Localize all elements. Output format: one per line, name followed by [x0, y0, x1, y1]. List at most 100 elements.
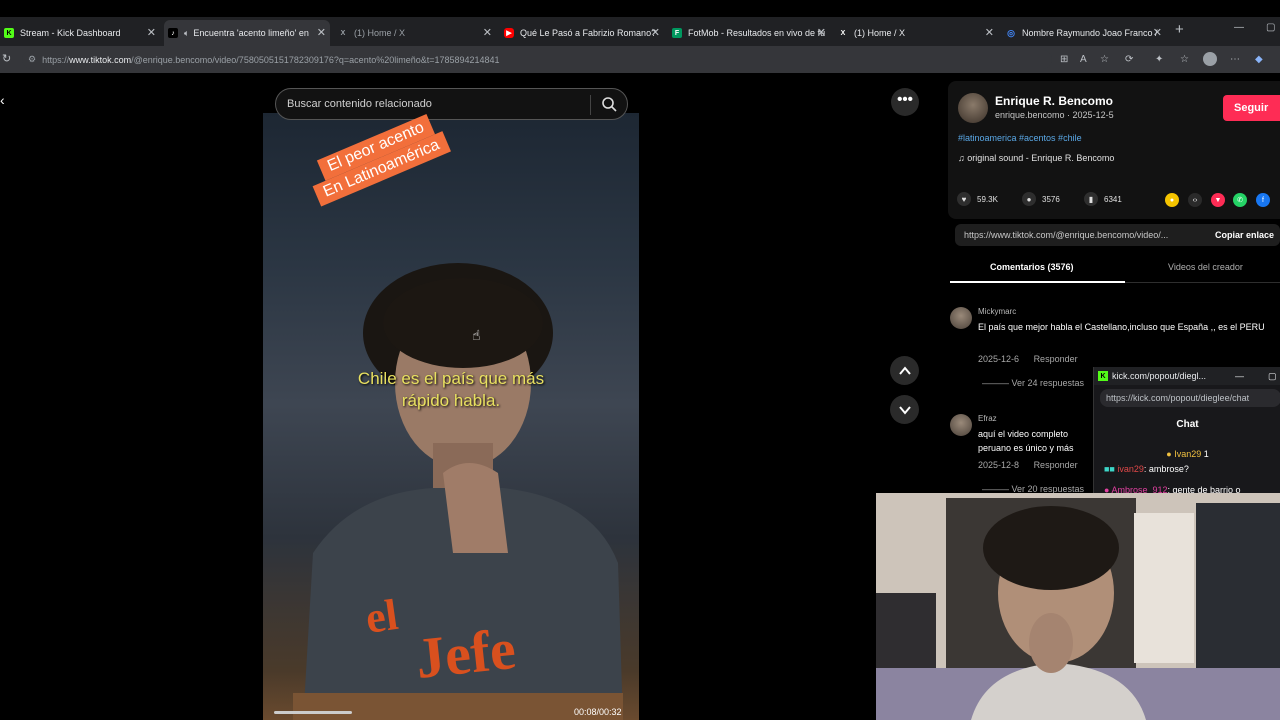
video-timecode: 00:08/00:32 [574, 707, 622, 717]
comment-meta: 2025-12-6 Responder [978, 354, 1078, 364]
divider [590, 95, 591, 115]
translate-icon[interactable]: A [1080, 54, 1087, 65]
app-icon[interactable]: ⊞ [1060, 54, 1068, 65]
pinned-count: 1 [1203, 449, 1209, 459]
favorite-star-icon[interactable]: ☆ [1100, 54, 1109, 65]
popout-url-field[interactable]: https://kick.com/popout/dieglee/chat [1100, 389, 1280, 407]
close-icon[interactable]: ✕ [985, 26, 994, 39]
tab-kick-dashboard[interactable]: K Stream - Kick Dashboard ✕ [0, 20, 160, 46]
browser-tab-strip: K Stream - Kick Dashboard ✕ ♪ 🔈︎ Encuent… [0, 17, 1280, 46]
maximize-icon[interactable]: ▢ [1266, 22, 1275, 33]
reply-button[interactable]: Responder [1034, 354, 1078, 364]
follow-button[interactable]: Seguir [1223, 95, 1280, 121]
coin-icon[interactable]: ● [1165, 193, 1179, 207]
x-icon: X [840, 29, 846, 37]
music-note-icon: ♫ [958, 153, 968, 163]
close-icon[interactable]: ✕ [317, 26, 326, 39]
next-video-button[interactable] [890, 395, 919, 424]
tab-x-home-2[interactable]: X (1) Home / X ✕ [834, 20, 998, 46]
commenter-avatar[interactable] [950, 307, 972, 329]
comment-username[interactable]: Efraz [978, 414, 997, 423]
back-arrow-icon[interactable]: ‹ [0, 92, 5, 108]
popout-titlebar: K kick.com/popout/diegl... — ▢ [1094, 367, 1280, 385]
tab-fotmob[interactable]: F FotMob - Resultados en vivo de fú ✕ [668, 20, 830, 46]
comment-stat[interactable]: ● 3576 [1022, 192, 1060, 206]
comment-username[interactable]: Mickymarc [978, 307, 1016, 316]
tab-youtube-fabrizio[interactable]: ▶ Qué Le Pasó a Fabrizio Romano? ✕ [500, 20, 664, 46]
chevron-up-icon [898, 365, 911, 375]
close-icon[interactable]: ✕ [147, 26, 156, 39]
whatsapp-icon[interactable]: ✆ [1233, 193, 1247, 207]
reload-icon[interactable]: ↻ [2, 52, 11, 65]
tab-title: Nombre Raymundo Joao Franco / [1022, 28, 1158, 38]
close-icon[interactable]: ✕ [483, 26, 492, 39]
copy-link-button[interactable]: Copiar enlace [1215, 230, 1274, 240]
tab-title: Qué Le Pasó a Fabrizio Romano? [520, 28, 657, 38]
url-field[interactable]: ⚙︎ https:// www.tiktok.com /@enrique.ben… [22, 50, 1052, 69]
shirt-text: el [363, 590, 401, 643]
facebook-icon[interactable]: f [1256, 193, 1270, 207]
related-search-input[interactable]: Buscar contenido relacionado [275, 88, 628, 120]
chat-header: Chat [1176, 419, 1199, 430]
tab-tiktok-search[interactable]: ♪ 🔈︎ Encuentra 'acento limeño' en ✕ [164, 20, 330, 46]
favorites-icon[interactable]: ☆ [1180, 54, 1189, 65]
previous-video-button[interactable] [890, 356, 919, 385]
kick-icon: K [1098, 371, 1108, 381]
tab-raymundo[interactable]: ◎ Nombre Raymundo Joao Franco / ✕ [1002, 20, 1166, 46]
minimize-icon[interactable]: — [1235, 371, 1244, 381]
search-icon[interactable] [601, 96, 617, 112]
minimize-icon[interactable]: — [1234, 22, 1244, 33]
view-replies[interactable]: ——— Ver 24 respuestas [982, 378, 1084, 388]
divider: ——— [982, 378, 1012, 388]
sound-label: original sound - Enrique R. Bencomo [967, 153, 1115, 163]
tab-title: Encuentra 'acento limeño' en [193, 28, 309, 38]
popout-title: kick.com/popout/diegl... [1112, 371, 1207, 381]
pinned-user[interactable]: Ivan29 [1174, 449, 1201, 459]
more-options-icon[interactable]: ••• [891, 88, 919, 116]
chat-username[interactable]: ivan29 [1117, 464, 1144, 474]
close-icon[interactable]: ✕ [1153, 26, 1162, 39]
more-menu-icon[interactable]: ⋯ [1230, 54, 1240, 65]
comment-date: 2025-12-8 [978, 460, 1020, 470]
tab-x-home[interactable]: X (1) Home / X ✕ [334, 20, 496, 46]
embed-icon[interactable]: ‹› [1188, 193, 1202, 207]
save-count: 6341 [1104, 194, 1122, 204]
creator-name[interactable]: Enrique R. Bencomo [995, 94, 1113, 108]
tab-title: FotMob - Resultados en vivo de fú [688, 28, 826, 38]
reply-button[interactable]: Responder [1034, 460, 1078, 470]
new-tab-button[interactable]: + [1175, 21, 1184, 38]
chat-message: ■■ ivan29: ambrose? [1104, 464, 1189, 474]
video-frame-person: el Jefe [293, 263, 623, 720]
hashtags[interactable]: #latinoamerica #acentos #chile [958, 133, 1082, 143]
kick-icon: K [4, 28, 14, 38]
sound-row[interactable]: ♫ original sound - Enrique R. Bencomo [958, 153, 1114, 163]
comment-count: 3576 [1042, 194, 1060, 204]
save-stat[interactable]: ▮ 6341 [1084, 192, 1122, 206]
fotmob-icon: F [672, 28, 682, 38]
caption-line: rápido habla. [401, 391, 501, 410]
speaker-icon[interactable]: 🔈︎ [184, 28, 189, 39]
tab-title: (1) Home / X [854, 28, 906, 38]
site-info-icon[interactable]: ⚙︎ [28, 54, 36, 65]
copilot-icon[interactable]: ◆ [1255, 54, 1263, 65]
extension-icon[interactable]: ⟳ [1125, 54, 1133, 65]
like-stat[interactable]: ♥ 59.3K [957, 192, 998, 206]
globe-icon: ◎ [1007, 27, 1015, 38]
tab-creator-videos[interactable]: Videos del creador [1168, 262, 1243, 272]
profile-avatar[interactable] [1203, 52, 1217, 66]
puzzle-icon[interactable]: ✦ [1155, 54, 1163, 65]
send-icon[interactable]: ▼ [1211, 193, 1225, 207]
creator-avatar[interactable] [958, 93, 988, 123]
close-icon[interactable]: ✕ [651, 26, 660, 39]
heart-icon: ♥ [957, 192, 971, 206]
maximize-icon[interactable]: ▢ [1268, 371, 1277, 382]
commenter-avatar[interactable] [950, 414, 972, 436]
comments-tabs: Comentarios (3576) Videos del creador [950, 258, 1280, 283]
search-placeholder: Buscar contenido relacionado [287, 98, 432, 110]
close-icon[interactable]: ✕ [817, 26, 826, 39]
creator-handle-date: enrique.bencomo · 2025-12-5 [995, 110, 1114, 120]
url-path: /@enrique.bencomo/video/7580505151782309… [131, 54, 500, 65]
youtube-icon: ▶ [504, 28, 514, 38]
tab-comments[interactable]: Comentarios (3576) [990, 262, 1074, 272]
video-progress-bar[interactable] [274, 711, 352, 714]
